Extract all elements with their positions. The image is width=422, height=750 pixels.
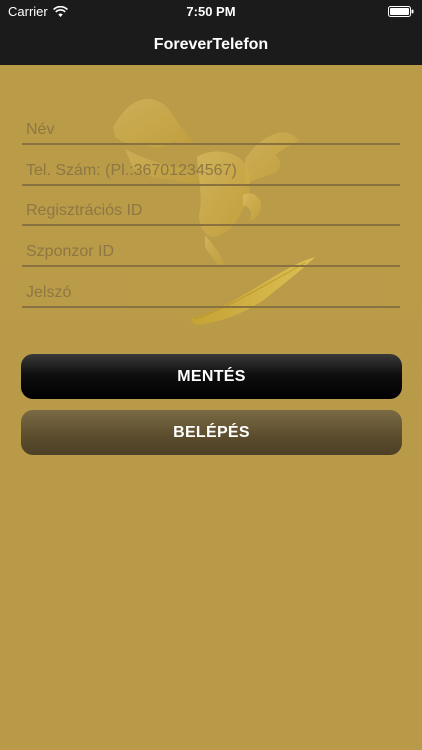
password-input[interactable] [26, 284, 396, 302]
save-button[interactable]: MENTÉS [21, 354, 402, 399]
password-field[interactable] [22, 274, 400, 308]
sponsor-id-field[interactable] [22, 233, 400, 267]
battery-icon [388, 6, 414, 17]
login-button[interactable]: BELÉPÉS [21, 410, 402, 455]
name-field[interactable] [22, 111, 400, 145]
save-button-label: MENTÉS [177, 367, 246, 385]
registration-id-field[interactable] [22, 192, 400, 226]
clock: 7:50 PM [186, 4, 236, 19]
registration-id-input[interactable] [26, 202, 396, 220]
nav-title: ForeverTelefon [153, 35, 269, 53]
phone-input[interactable] [26, 162, 396, 180]
status-bar: Carrier 7:50 PM [0, 0, 422, 24]
name-input[interactable] [26, 121, 396, 139]
phone-field[interactable] [22, 152, 400, 186]
sponsor-id-input[interactable] [26, 243, 396, 261]
login-form-container: MENTÉS BELÉPÉS [0, 65, 422, 750]
login-button-label: BELÉPÉS [173, 423, 250, 441]
nav-bar: ForeverTelefon [0, 24, 422, 65]
